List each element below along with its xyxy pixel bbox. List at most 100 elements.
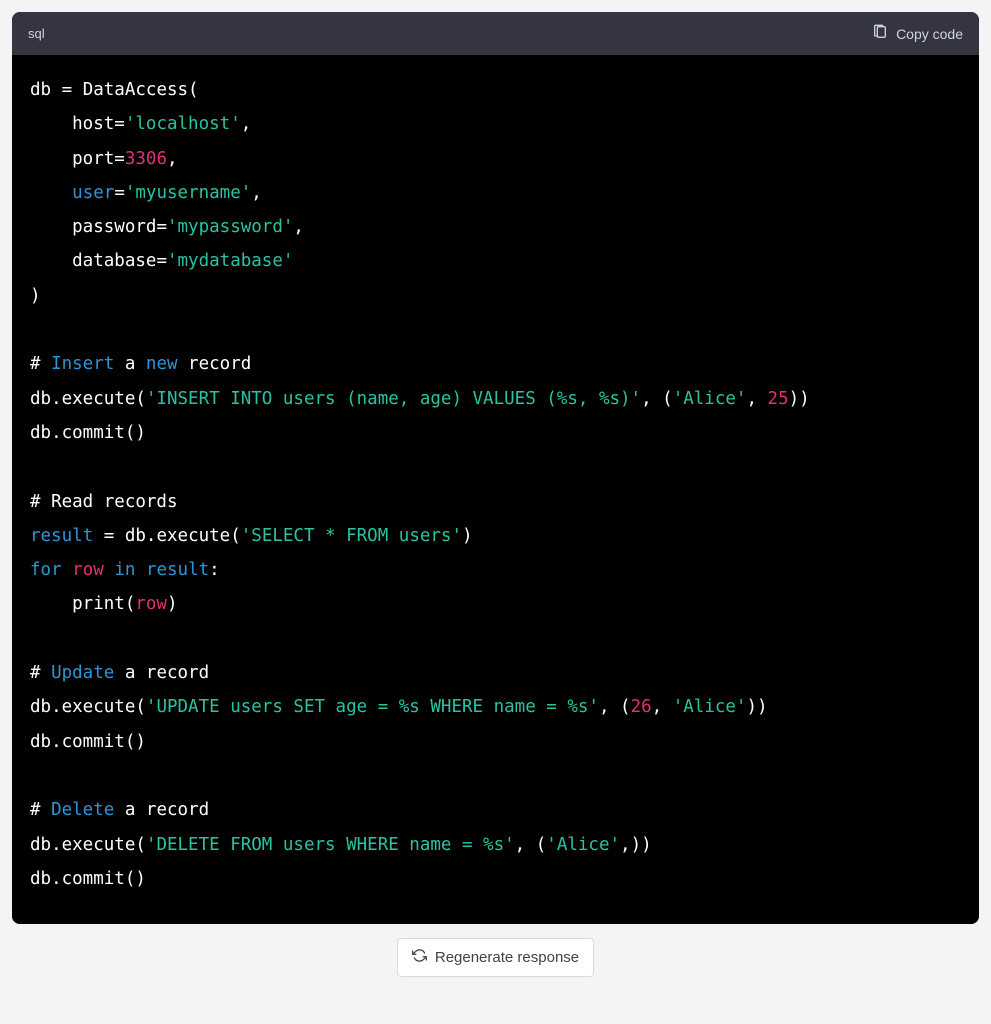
code-token bbox=[104, 560, 115, 580]
code-token: db.execute( bbox=[30, 389, 146, 409]
code-token bbox=[30, 183, 72, 203]
code-token: db.execute( bbox=[114, 526, 240, 546]
code-line: # Insert a new record bbox=[30, 347, 961, 381]
code-header: sql Copy code bbox=[12, 12, 979, 55]
code-token: a bbox=[114, 354, 146, 374]
code-token: in bbox=[114, 560, 135, 580]
code-token: 25 bbox=[768, 389, 789, 409]
code-token: db bbox=[30, 80, 62, 100]
code-line: # Update a record bbox=[30, 656, 961, 690]
code-token: db.commit() bbox=[30, 869, 146, 889]
code-token: database bbox=[30, 251, 156, 271]
code-line: print(row) bbox=[30, 587, 961, 621]
code-token: a record bbox=[114, 663, 209, 683]
code-line: host='localhost', bbox=[30, 107, 961, 141]
code-token: , ( bbox=[599, 697, 631, 717]
code-line bbox=[30, 622, 961, 656]
code-token: result bbox=[146, 560, 209, 580]
code-line: # Read records bbox=[30, 485, 961, 519]
code-token: , bbox=[746, 389, 767, 409]
footer: Regenerate response bbox=[12, 938, 979, 977]
code-token: 'DELETE FROM users WHERE name = %s' bbox=[146, 835, 515, 855]
code-content[interactable]: db = DataAccess( host='localhost', port=… bbox=[12, 55, 979, 924]
code-token: host bbox=[30, 114, 114, 134]
code-line: # Delete a record bbox=[30, 793, 961, 827]
code-token: 'SELECT * FROM users' bbox=[241, 526, 462, 546]
code-line: port=3306, bbox=[30, 142, 961, 176]
code-line: db.commit() bbox=[30, 725, 961, 759]
code-token: for bbox=[30, 560, 62, 580]
code-token: record bbox=[178, 354, 252, 374]
code-token: ) bbox=[30, 286, 41, 306]
code-token: 26 bbox=[631, 697, 652, 717]
code-line bbox=[30, 450, 961, 484]
code-token: = bbox=[156, 217, 167, 237]
code-line: db.execute('INSERT INTO users (name, age… bbox=[30, 382, 961, 416]
regenerate-response-label: Regenerate response bbox=[435, 949, 579, 966]
regenerate-response-button[interactable]: Regenerate response bbox=[397, 938, 594, 977]
code-token: 'myusername' bbox=[125, 183, 251, 203]
code-token: Delete bbox=[51, 800, 114, 820]
code-token: DataAccess( bbox=[72, 80, 198, 100]
code-token bbox=[135, 560, 146, 580]
refresh-icon bbox=[412, 948, 427, 967]
code-line: db.commit() bbox=[30, 862, 961, 896]
code-token: , bbox=[167, 149, 178, 169]
code-token: 'Alice' bbox=[673, 389, 747, 409]
code-token: db.commit() bbox=[30, 423, 146, 443]
code-token: db.commit() bbox=[30, 732, 146, 752]
code-language-label: sql bbox=[28, 26, 45, 41]
code-token: port bbox=[30, 149, 114, 169]
code-token: 'Alice' bbox=[673, 697, 747, 717]
code-token: 'Alice' bbox=[546, 835, 620, 855]
code-token: a record bbox=[114, 800, 209, 820]
code-token: # Read records bbox=[30, 492, 178, 512]
copy-code-label: Copy code bbox=[896, 26, 963, 42]
code-token: print( bbox=[30, 594, 135, 614]
code-token: 'localhost' bbox=[125, 114, 241, 134]
code-token: , ( bbox=[515, 835, 547, 855]
code-token: db.execute( bbox=[30, 835, 146, 855]
code-token: , bbox=[251, 183, 262, 203]
code-token: # bbox=[30, 354, 51, 374]
copy-code-button[interactable]: Copy code bbox=[872, 20, 963, 47]
code-token: Update bbox=[51, 663, 114, 683]
code-token: ) bbox=[462, 526, 473, 546]
code-line: ) bbox=[30, 279, 961, 313]
code-token: ) bbox=[167, 594, 178, 614]
code-token: 'mydatabase' bbox=[167, 251, 293, 271]
code-line: db.commit() bbox=[30, 416, 961, 450]
code-token: password bbox=[30, 217, 156, 237]
code-line bbox=[30, 313, 961, 347]
code-token: = bbox=[114, 183, 125, 203]
code-line: db.execute('UPDATE users SET age = %s WH… bbox=[30, 690, 961, 724]
code-token: user bbox=[72, 183, 114, 203]
code-token: , bbox=[652, 697, 673, 717]
code-token: 'UPDATE users SET age = %s WHERE name = … bbox=[146, 697, 599, 717]
code-token: = bbox=[114, 114, 125, 134]
code-line: user='myusername', bbox=[30, 176, 961, 210]
code-token: 3306 bbox=[125, 149, 167, 169]
code-line: db = DataAccess( bbox=[30, 73, 961, 107]
code-line: database='mydatabase' bbox=[30, 244, 961, 278]
code-line: for row in result: bbox=[30, 553, 961, 587]
code-token: result bbox=[30, 526, 93, 546]
code-token: 'mypassword' bbox=[167, 217, 293, 237]
code-token: , bbox=[293, 217, 304, 237]
code-token: # bbox=[30, 663, 51, 683]
code-token: , ( bbox=[641, 389, 673, 409]
code-token: row bbox=[135, 594, 167, 614]
code-token: = bbox=[104, 526, 115, 546]
code-token: db.execute( bbox=[30, 697, 146, 717]
code-token: )) bbox=[789, 389, 810, 409]
code-token: = bbox=[62, 80, 73, 100]
code-token bbox=[62, 560, 73, 580]
code-token: Insert bbox=[51, 354, 114, 374]
code-line: password='mypassword', bbox=[30, 210, 961, 244]
code-token: # bbox=[30, 800, 51, 820]
code-line: result = db.execute('SELECT * FROM users… bbox=[30, 519, 961, 553]
code-token bbox=[93, 526, 104, 546]
clipboard-icon bbox=[872, 24, 888, 43]
code-token: row bbox=[72, 560, 104, 580]
code-block: sql Copy code db = DataAccess( host='loc… bbox=[12, 12, 979, 924]
